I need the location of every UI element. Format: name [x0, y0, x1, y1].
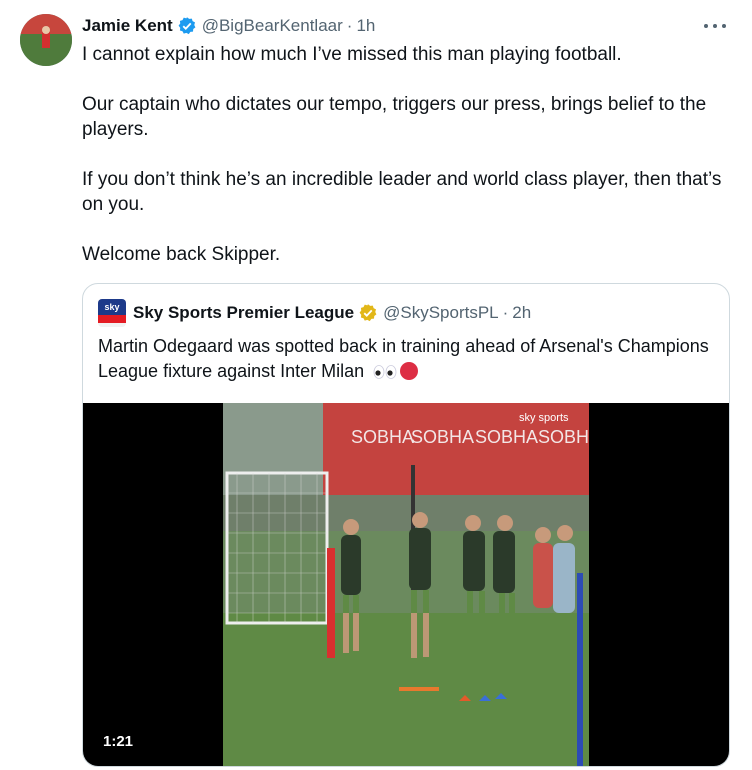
quoted-author-name[interactable]: Sky Sports Premier League	[133, 303, 354, 323]
tweet-header: Jamie Kent @BigBearKentlaar · 1h	[82, 14, 375, 38]
timestamp[interactable]: 1h	[356, 16, 375, 36]
tweet-paragraph: Welcome back Skipper.	[82, 244, 281, 265]
verified-badge-icon	[177, 16, 197, 36]
verified-gold-badge-icon	[358, 303, 378, 323]
tweet-paragraph: I cannot explain how much I’ve missed th…	[82, 44, 622, 65]
quoted-timestamp[interactable]: 2h	[512, 303, 531, 323]
banner-text: SOBHA	[475, 427, 538, 447]
avatar[interactable]	[20, 14, 72, 66]
quoted-tweet[interactable]: sky Sky Sports Premier League @SkySports…	[82, 283, 730, 767]
video-thumbnail: SOBHA SOBHA SOBHA SOBHA sky sports	[223, 403, 589, 766]
tweet-paragraph: If you don’t think he’s an incredible le…	[82, 169, 722, 215]
video-player[interactable]: SOBHA SOBHA SOBHA SOBHA sky sports	[83, 403, 729, 766]
eyes-emoji-icon	[373, 361, 397, 386]
author-name[interactable]: Jamie Kent	[82, 16, 173, 36]
separator-dot: ·	[346, 16, 353, 35]
more-options-icon[interactable]	[704, 16, 726, 36]
banner-text: SOBHA	[411, 427, 474, 447]
sky-sports-watermark: sky sports	[519, 412, 569, 424]
separator-dot: ·	[502, 303, 509, 322]
logo-text: sky	[98, 299, 126, 315]
sky-sports-logo-icon: sky	[98, 299, 126, 327]
quoted-tweet-text: Martin Odegaard was spotted back in trai…	[98, 334, 718, 386]
quoted-author-handle[interactable]: @SkySportsPL	[383, 303, 499, 323]
quoted-tweet-header: sky Sky Sports Premier League @SkySports…	[98, 298, 531, 328]
banner-text: SOBHA	[351, 427, 414, 447]
red-circle-emoji-icon	[400, 362, 419, 380]
video-duration: 1:21	[97, 731, 140, 752]
tweet-paragraph: Our captain who dictates our tempo, trig…	[82, 94, 707, 140]
tweet-text: I cannot explain how much I’ve missed th…	[82, 42, 732, 292]
author-handle[interactable]: @BigBearKentlaar	[202, 16, 343, 36]
banner-text: SOBHA	[538, 427, 589, 447]
